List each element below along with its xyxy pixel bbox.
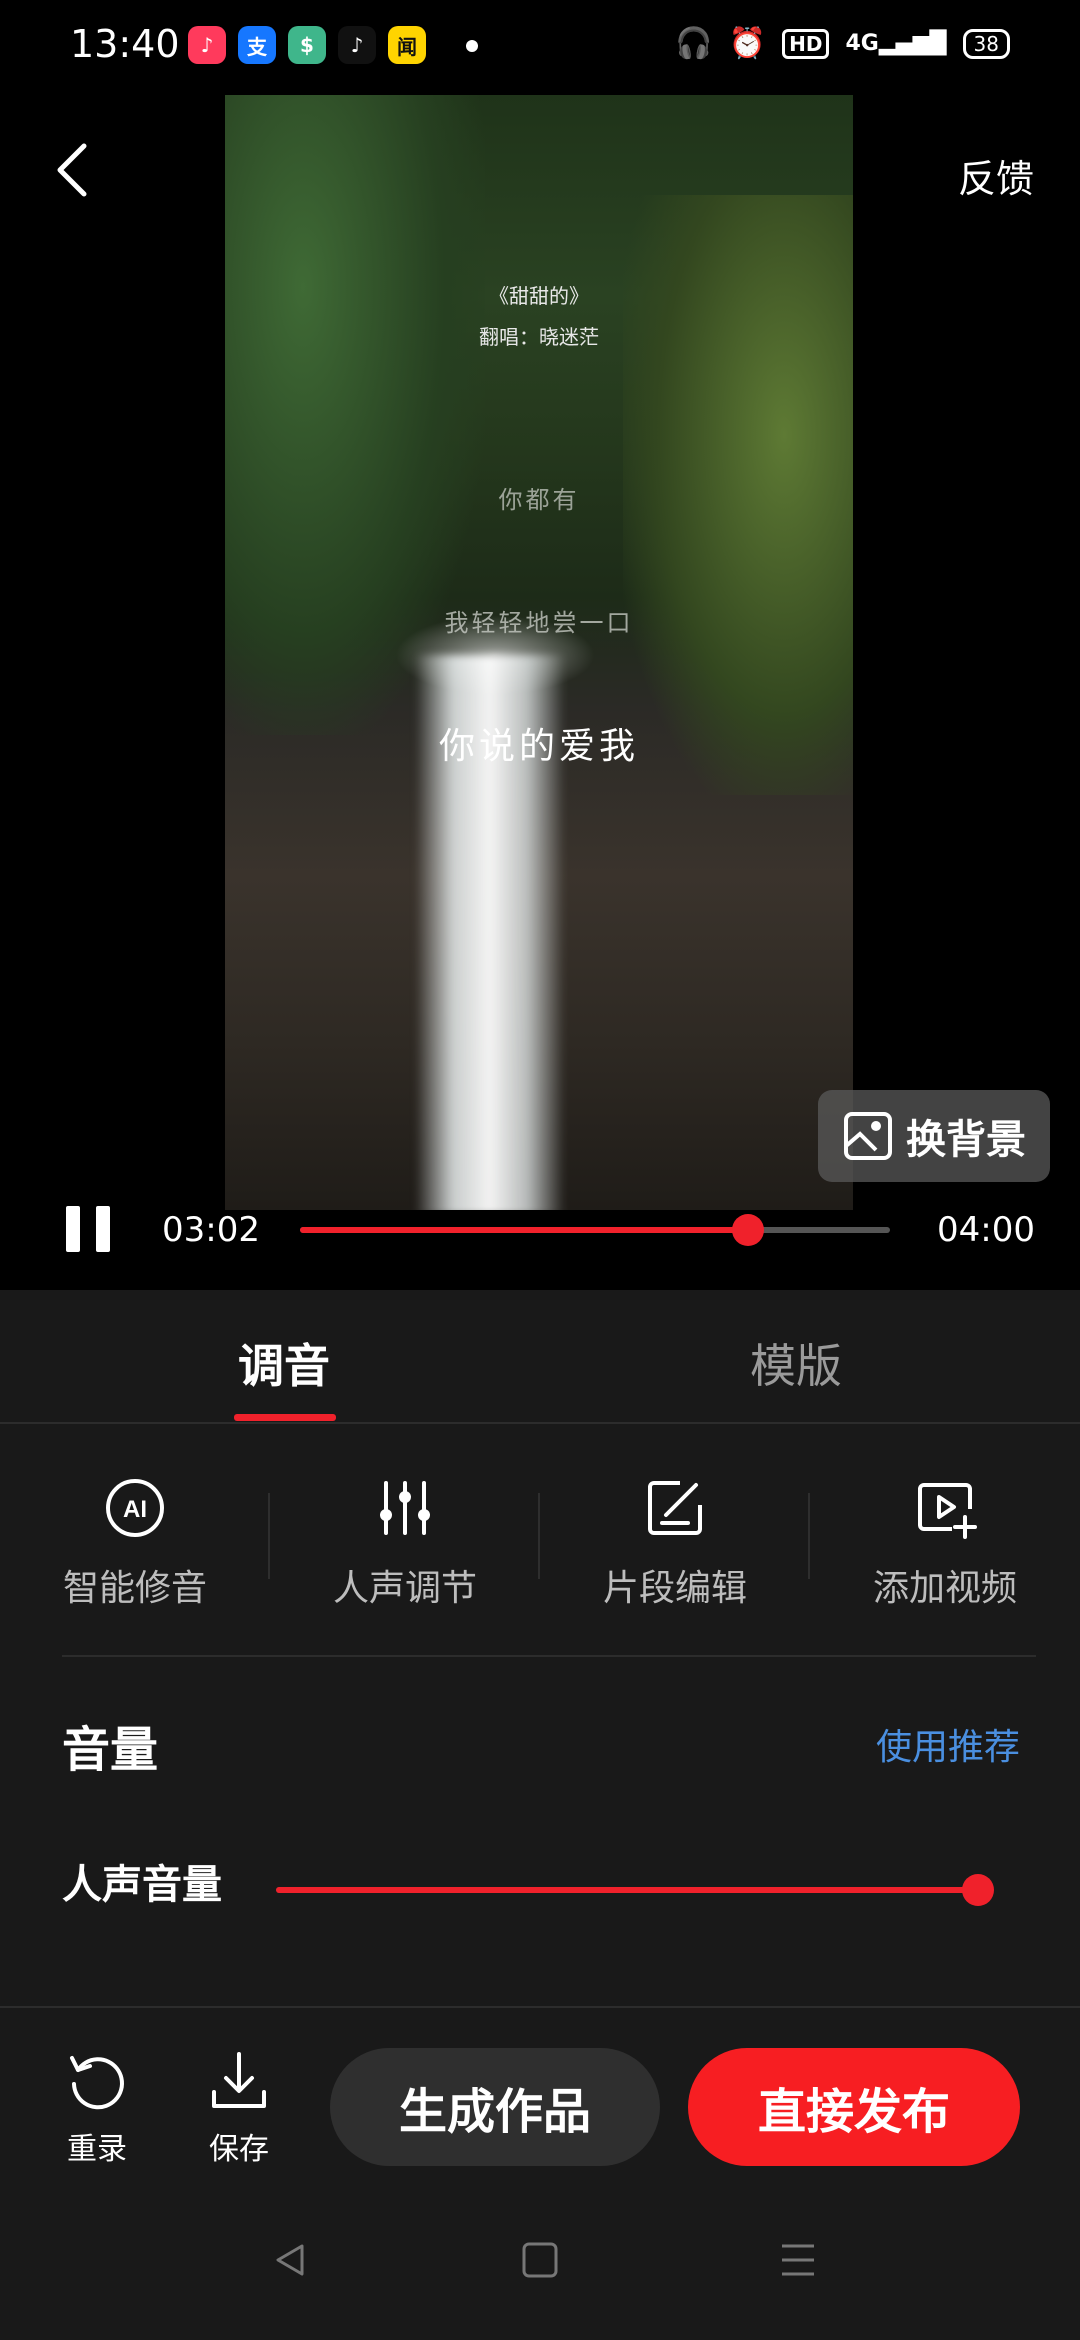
- tool-ai-tune[interactable]: AI 智能修音: [0, 1475, 270, 1611]
- pause-button[interactable]: [66, 1206, 112, 1252]
- tiktok-app-icon: ♪: [338, 26, 376, 64]
- signal-icon: 4G▂▄▆█: [845, 31, 947, 56]
- chevron-left-icon: [57, 143, 87, 197]
- seek-bar[interactable]: [300, 1214, 890, 1246]
- rerecord-icon: [70, 2056, 124, 2110]
- svg-text:AI: AI: [123, 1496, 147, 1523]
- edit-panel: 调音 模版 AI 智能修音 人声调节 片段编辑 添加视频 音量 使用推荐 人声音…: [0, 1290, 1080, 2340]
- status-bar: 13:40 ♪ 支 $ ♪ 闻 🎧 ⏰ HD 4G▂▄▆█ 38: [0, 0, 1080, 95]
- vocal-volume-label: 人声音量: [62, 1862, 222, 1908]
- seek-progress: [300, 1227, 749, 1233]
- clock: 13:40: [70, 22, 180, 66]
- ai-icon: AI: [106, 1479, 164, 1537]
- nav-recents-button[interactable]: [758, 2220, 838, 2300]
- tool-vocal-adjust[interactable]: 人声调节: [270, 1475, 540, 1611]
- download-icon: [212, 2052, 266, 2108]
- image-icon: [844, 1112, 892, 1160]
- hd-icon: HD: [782, 28, 830, 59]
- sliders-icon: [380, 1481, 430, 1535]
- system-icons: 🎧 ⏰ HD 4G▂▄▆█ 38: [675, 26, 1010, 61]
- seek-thumb[interactable]: [732, 1214, 765, 1246]
- rerecord-label: 重录: [67, 2132, 127, 2167]
- alarm-icon: ⏰: [728, 26, 767, 61]
- xiaohongshu-app-icon: ♪: [188, 26, 226, 64]
- back-button[interactable]: [50, 140, 100, 200]
- pause-icon: [96, 1206, 110, 1252]
- edit-icon: [648, 1481, 702, 1535]
- generate-work-button[interactable]: 生成作品: [330, 2048, 660, 2166]
- current-time: 03:02: [162, 1210, 260, 1250]
- video-preview[interactable]: 《甜甜的》 翻唱：晓迷茫 你都有 我轻轻地尝一口 你说的爱我: [225, 95, 853, 1210]
- system-nav-bar: [0, 2220, 1080, 2340]
- tool-label: 人声调节: [332, 1568, 477, 1609]
- square-home-icon: [522, 2242, 558, 2278]
- vocal-volume-thumb[interactable]: [961, 1874, 994, 1906]
- alipay-app-icon: 支: [238, 26, 276, 64]
- tool-label: 添加视频: [872, 1568, 1017, 1609]
- divider: [0, 1422, 1080, 1424]
- singer-credit: 翻唱：晓迷茫: [479, 325, 599, 349]
- nav-back-button[interactable]: [250, 2220, 330, 2300]
- battery-icon: 38: [962, 28, 1010, 59]
- tab-tune[interactable]: 调音: [238, 1330, 330, 1396]
- triangle-back-icon: [276, 2244, 304, 2276]
- save-button[interactable]: 保存: [184, 2048, 294, 2168]
- change-background-label: 换背景: [906, 1117, 1026, 1163]
- tab-template[interactable]: 模版: [750, 1330, 842, 1396]
- publish-button[interactable]: 直接发布: [688, 2048, 1020, 2166]
- lyric-line: 你都有: [498, 486, 580, 514]
- vocal-volume-fill: [276, 1887, 978, 1893]
- save-label: 保存: [209, 2132, 269, 2167]
- volume-title: 音量: [62, 1722, 159, 1778]
- use-recommended-link[interactable]: 使用推荐: [876, 1718, 1020, 1770]
- notification-icons: ♪ 支 $ ♪ 闻: [188, 26, 426, 64]
- add-video-icon: [918, 1483, 977, 1539]
- headphones-icon: 🎧: [675, 26, 713, 61]
- pause-icon: [66, 1206, 80, 1252]
- feedback-button[interactable]: 反馈: [958, 148, 1034, 203]
- tool-segment-edit[interactable]: 片段编辑: [540, 1475, 810, 1611]
- tool-add-video[interactable]: 添加视频: [810, 1475, 1080, 1611]
- lyric-line-current: 你说的爱我: [438, 726, 639, 767]
- more-notifications-dot: [466, 40, 478, 52]
- divider: [62, 1655, 1036, 1657]
- news-app-icon: 闻: [388, 26, 426, 64]
- lyric-line: 我轻轻地尝一口: [444, 609, 634, 637]
- menu-recents-icon: [782, 2244, 814, 2276]
- tool-label: 片段编辑: [602, 1568, 747, 1609]
- tab-indicator: [234, 1414, 336, 1421]
- vocal-volume-slider[interactable]: [276, 1874, 994, 1906]
- divider: [0, 2006, 1080, 2008]
- nav-home-button[interactable]: [500, 2220, 580, 2300]
- song-title: 《甜甜的》: [489, 284, 589, 308]
- wallet-app-icon: $: [288, 26, 326, 64]
- tool-row: AI 智能修音 人声调节 片段编辑 添加视频: [0, 1475, 1080, 1635]
- change-background-button[interactable]: 换背景: [818, 1090, 1050, 1182]
- tool-label: 智能修音: [62, 1568, 207, 1609]
- total-time: 04:00: [937, 1210, 1035, 1250]
- rerecord-button[interactable]: 重录: [42, 2048, 152, 2168]
